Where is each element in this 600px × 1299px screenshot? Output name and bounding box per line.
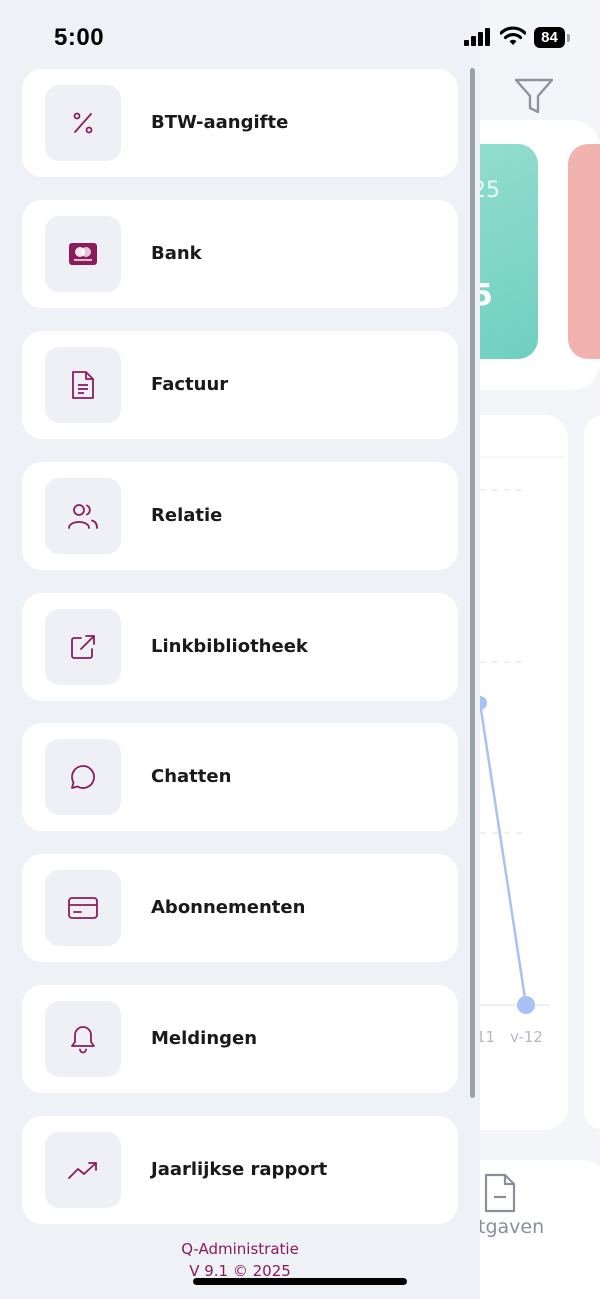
wifi-icon	[500, 26, 526, 45]
menu-item-chatten[interactable]: Chatten	[22, 723, 458, 831]
footer-app-name: Q-Administratie	[181, 1240, 299, 1258]
home-indicator[interactable]	[193, 1278, 407, 1285]
chat-bubble-icon	[71, 765, 95, 789]
menu-icon-container	[45, 609, 121, 685]
menu-item-label: Meldingen	[151, 1028, 258, 1049]
chart-series-line	[478, 702, 528, 1006]
filter-button[interactable]	[512, 74, 556, 118]
expense-document-icon[interactable]	[483, 1172, 517, 1214]
menu-icon-container	[45, 85, 121, 161]
filter-icon	[514, 78, 554, 114]
bell-icon	[71, 1026, 95, 1054]
signal-icon	[464, 28, 490, 46]
battery-tip	[567, 34, 570, 42]
menu-item-label: Linkbibliotheek	[151, 636, 308, 657]
menu-item-jaarlijkse-rapport[interactable]: Jaarlijkse rapport	[22, 1116, 458, 1224]
chart-card-secondary	[584, 415, 600, 1130]
drawer-scrollbar[interactable]	[470, 68, 475, 1098]
users-icon	[68, 504, 98, 529]
menu-item-relatie[interactable]: Relatie	[22, 462, 458, 570]
menu-item-factuur[interactable]: Factuur	[22, 331, 458, 439]
trending-up-icon	[68, 1162, 97, 1179]
menu-item-abonnementen[interactable]: Abonnementen	[22, 854, 458, 962]
menu-icon-container	[45, 478, 121, 554]
menu-item-meldingen[interactable]: Meldingen	[22, 985, 458, 1093]
menu-item-label: Chatten	[151, 766, 232, 787]
percent-icon	[73, 112, 93, 134]
menu-icon-container	[45, 739, 121, 815]
menu-item-btw-aangifte[interactable]: BTW-aangifte	[22, 69, 458, 177]
menu-item-linkbibliotheek[interactable]: Linkbibliotheek	[22, 593, 458, 701]
credit-card-icon	[68, 897, 98, 919]
x-tick-label: v-12	[510, 1028, 543, 1046]
external-link-icon	[71, 635, 95, 659]
menu-icon-container	[45, 216, 121, 292]
menu-icon-container	[45, 1001, 121, 1077]
menu-item-label: Bank	[151, 243, 202, 264]
document-icon	[72, 371, 94, 399]
menu-item-label: Jaarlijkse rapport	[151, 1159, 328, 1180]
menu-item-bank[interactable]: Bank	[22, 200, 458, 308]
menu-item-label: BTW-aangifte	[151, 112, 289, 133]
bottom-nav-label[interactable]: tgaven	[478, 1216, 544, 1238]
chart-point	[517, 996, 535, 1014]
menu-item-label: Abonnementen	[151, 897, 306, 918]
status-time: 5:00	[54, 24, 105, 51]
menu-icon-container	[45, 870, 121, 946]
kpi-card-red[interactable]	[568, 144, 600, 359]
menu-icon-container	[45, 1132, 121, 1208]
status-indicators: 84	[464, 26, 574, 50]
side-drawer: 5:00 84 BTW-aangifte Bank Factuur Relati…	[0, 0, 570, 1299]
battery-icon: 84	[534, 27, 565, 48]
bank-card-icon	[69, 243, 97, 265]
menu-icon-container	[45, 347, 121, 423]
menu-item-label: Relatie	[151, 505, 223, 526]
menu-item-label: Factuur	[151, 374, 229, 395]
